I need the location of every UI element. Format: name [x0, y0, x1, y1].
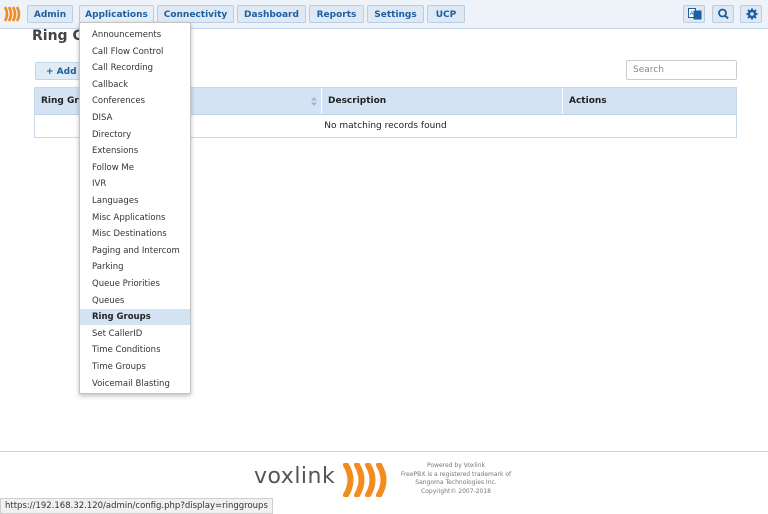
footer-powered-by: Powered by Voxlink	[427, 462, 485, 469]
translate-icon: A	[688, 8, 702, 20]
settings-button[interactable]	[740, 5, 762, 23]
svg-text:A: A	[690, 11, 694, 17]
nav-connectivity[interactable]: Connectivity	[157, 5, 234, 23]
nav-admin[interactable]: Admin	[27, 5, 73, 23]
menu-item-call-flow-control[interactable]: Call Flow Control	[80, 44, 190, 60]
applications-dropdown-menu: Announcements Call Flow Control Call Rec…	[79, 22, 191, 394]
status-bar-url: https://192.168.32.120/admin/config.php?…	[0, 498, 273, 514]
menu-item-time-groups[interactable]: Time Groups	[80, 359, 190, 375]
menu-item-extensions[interactable]: Extensions	[80, 143, 190, 159]
sort-icon[interactable]	[311, 97, 317, 106]
footer-copyright: Copyright© 2007-2018	[421, 487, 491, 495]
menu-item-follow-me[interactable]: Follow Me	[80, 160, 190, 176]
nav-settings[interactable]: Settings	[367, 5, 424, 23]
menu-item-directory[interactable]: Directory	[80, 127, 190, 143]
nav-ucp[interactable]: UCP	[427, 5, 465, 23]
menu-item-parking[interactable]: Parking	[80, 259, 190, 275]
column-label: Description	[328, 96, 387, 106]
freepbx-logo-icon[interactable]	[3, 6, 21, 22]
search-button[interactable]	[712, 5, 734, 23]
voxlink-brand-name: voxlink	[254, 464, 336, 489]
menu-item-announcements[interactable]: Announcements	[80, 27, 190, 43]
menu-item-ring-groups[interactable]: Ring Groups	[80, 309, 190, 326]
nav-reports[interactable]: Reports	[309, 5, 364, 23]
add-ring-group-button[interactable]: + Add	[35, 62, 85, 80]
nav-applications[interactable]: Applications	[79, 5, 154, 23]
menu-item-disa[interactable]: DISA	[80, 110, 190, 126]
nav-dashboard[interactable]: Dashboard	[237, 5, 306, 23]
menu-item-queue-priorities[interactable]: Queue Priorities	[80, 276, 190, 292]
footer-divider	[0, 451, 768, 452]
menu-item-paging-and-intercom[interactable]: Paging and Intercom	[80, 243, 190, 259]
menu-item-call-recording[interactable]: Call Recording	[80, 60, 190, 76]
menu-item-misc-destinations[interactable]: Misc Destinations	[80, 226, 190, 242]
menu-item-misc-applications[interactable]: Misc Applications	[80, 210, 190, 226]
column-header-description[interactable]: Description	[322, 88, 563, 114]
voxlink-logo-icon[interactable]	[342, 463, 392, 497]
menu-item-conferences[interactable]: Conferences	[80, 93, 190, 109]
menu-item-ivr[interactable]: IVR	[80, 176, 190, 192]
column-header-actions: Actions	[563, 88, 736, 114]
menu-item-callback[interactable]: Callback	[80, 77, 190, 93]
column-label: Actions	[569, 96, 607, 106]
footer-company: Sangoma Technologies Inc.	[415, 479, 497, 486]
search-input[interactable]	[626, 60, 737, 80]
menu-item-queues[interactable]: Queues	[80, 293, 190, 309]
menu-item-set-callerid[interactable]: Set CallerID	[80, 326, 190, 342]
footer-trademark: FreePBX is a registered trademark of	[400, 470, 512, 478]
menu-item-time-conditions[interactable]: Time Conditions	[80, 342, 190, 358]
gear-icon	[746, 8, 758, 20]
menu-item-voicemail-blasting[interactable]: Voicemail Blasting	[80, 376, 190, 392]
search-icon	[718, 8, 729, 20]
footer-credits: Powered by Voxlink FreePBX is a register…	[396, 462, 516, 496]
language-button[interactable]: A	[683, 5, 705, 23]
menu-item-languages[interactable]: Languages	[80, 193, 190, 209]
